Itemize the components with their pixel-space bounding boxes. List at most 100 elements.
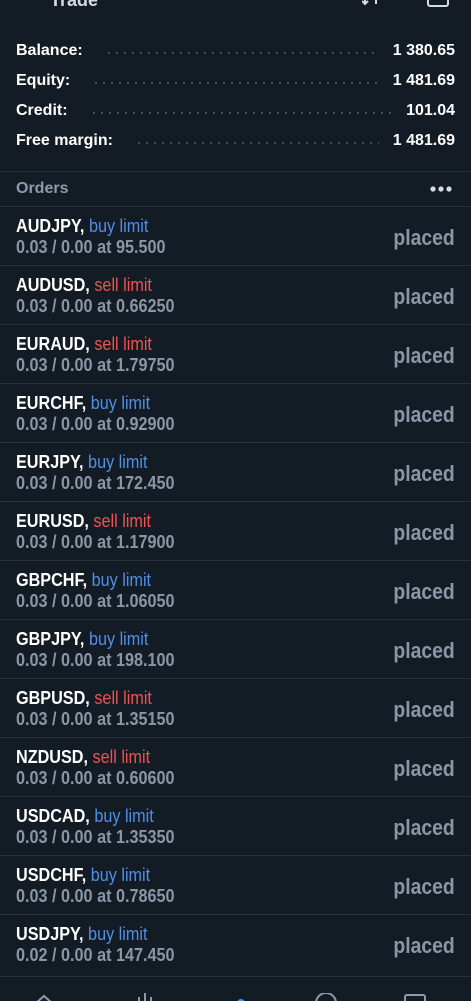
- order-row[interactable]: GBPJPY, buy limit 0.03 / 0.00 at 198.100 p…: [0, 619, 471, 678]
- order-details: 0.03 / 0.00 at 95.500: [16, 237, 166, 257]
- order-symbol: AUDUSD,: [16, 275, 90, 295]
- order-symbol: EURCHF,: [16, 393, 87, 413]
- order-details: 0.03 / 0.00 at 0.92900: [16, 414, 175, 434]
- order-title: USDJPY, buy limit: [16, 924, 147, 945]
- order-type: buy limit: [90, 865, 151, 885]
- dotted-leader: [134, 142, 379, 144]
- order-row[interactable]: EURUSD, sell limit 0.03 / 0.00 at 1.17900…: [0, 501, 471, 560]
- order-title: USDCAD, buy limit: [16, 806, 154, 827]
- credit-row: Credit: 101.04: [0, 96, 471, 126]
- order-title: GBPUSD, sell limit: [16, 688, 152, 709]
- order-type: sell limit: [94, 334, 152, 354]
- order-status: placed: [393, 815, 455, 840]
- order-row[interactable]: EURCHF, buy limit 0.03 / 0.00 at 0.92900 p…: [0, 383, 471, 442]
- order-title: EURAUD, sell limit: [16, 334, 152, 355]
- order-row[interactable]: GBPCHF, buy limit 0.03 / 0.00 at 1.06050 p…: [0, 560, 471, 619]
- free-margin-label: Free margin:: [16, 132, 113, 149]
- order-type: buy limit: [88, 629, 149, 649]
- equity-row: Equity: 1 481.69: [0, 66, 471, 96]
- order-row[interactable]: NZDUSD, sell limit 0.03 / 0.00 at 0.60600…: [0, 737, 471, 796]
- top-bar: Trade: [0, 0, 471, 14]
- order-symbol: AUDJPY,: [16, 216, 85, 236]
- order-type: buy limit: [91, 570, 152, 590]
- order-row[interactable]: USDCHF, buy limit 0.03 / 0.00 at 0.78650 p…: [0, 855, 471, 914]
- order-title: EURJPY, buy limit: [16, 452, 147, 473]
- dotted-leader: [89, 112, 393, 114]
- dotted-leader: [104, 52, 379, 54]
- order-details: 0.03 / 0.00 at 0.78650: [16, 886, 175, 906]
- order-status: placed: [393, 638, 455, 663]
- balance-label: Balance:: [16, 42, 83, 59]
- credit-value: 101.04: [406, 102, 455, 119]
- order-details: 0.03 / 0.00 at 198.100: [16, 650, 175, 670]
- dotted-leader: [92, 82, 379, 84]
- order-status: placed: [393, 284, 455, 309]
- page-title: Trade: [50, 0, 99, 10]
- order-row[interactable]: USDCAD, buy limit 0.03 / 0.00 at 1.35350 p…: [0, 796, 471, 855]
- order-symbol: USDCHF,: [16, 865, 87, 885]
- order-row[interactable]: GBPUSD, sell limit 0.03 / 0.00 at 1.35150…: [0, 678, 471, 737]
- order-details: 0.03 / 0.00 at 172.450: [16, 473, 175, 493]
- bottom-navigation: [0, 976, 471, 1001]
- balance-row: Balance: 1 380.65: [0, 36, 471, 66]
- order-title: EURUSD, sell limit: [16, 511, 151, 532]
- order-title: NZDUSD, sell limit: [16, 747, 150, 768]
- order-type: sell limit: [94, 688, 152, 708]
- order-symbol: GBPCHF,: [16, 570, 88, 590]
- order-title: EURCHF, buy limit: [16, 393, 150, 414]
- balance-value: 1 380.65: [392, 42, 455, 59]
- order-status: placed: [393, 579, 455, 604]
- order-status: placed: [393, 756, 455, 781]
- order-status: placed: [393, 697, 455, 722]
- order-status: placed: [393, 874, 455, 899]
- order-title: GBPCHF, buy limit: [16, 570, 151, 591]
- order-type: sell limit: [92, 747, 151, 767]
- order-details: 0.02 / 0.00 at 147.450: [16, 945, 175, 965]
- order-type: buy limit: [94, 806, 154, 826]
- order-details: 0.03 / 0.00 at 1.35150: [16, 709, 175, 729]
- order-type: buy limit: [90, 393, 151, 413]
- order-symbol: EURUSD,: [16, 511, 89, 531]
- order-details: 0.03 / 0.00 at 1.35350: [16, 827, 175, 847]
- credit-label: Credit:: [16, 102, 68, 119]
- order-symbol: GBPJPY,: [16, 629, 85, 649]
- order-title: GBPJPY, buy limit: [16, 629, 148, 650]
- order-row[interactable]: USDJPY, buy limit 0.02 / 0.00 at 147.450 p…: [0, 914, 471, 973]
- orders-list: AUDJPY, buy limit 0.03 / 0.00 at 95.500 pl…: [0, 206, 471, 973]
- account-summary: Balance: 1 380.65 Equity: 1 481.69 Credi…: [0, 36, 471, 156]
- order-row[interactable]: EURJPY, buy limit 0.03 / 0.00 at 172.450 p…: [0, 442, 471, 501]
- order-status: placed: [393, 225, 455, 250]
- order-details: 0.03 / 0.00 at 0.66250: [16, 296, 175, 316]
- order-status: placed: [393, 933, 455, 958]
- order-symbol: USDCAD,: [16, 806, 90, 826]
- more-options-icon[interactable]: [430, 186, 452, 192]
- order-symbol: NZDUSD,: [16, 747, 88, 767]
- order-details: 0.03 / 0.00 at 1.79750: [16, 355, 175, 375]
- order-symbol: GBPUSD,: [16, 688, 90, 708]
- order-row[interactable]: EURAUD, sell limit 0.03 / 0.00 at 1.79750…: [0, 324, 471, 383]
- order-status: placed: [393, 520, 455, 545]
- order-row[interactable]: AUDUSD, sell limit 0.03 / 0.00 at 0.66250…: [0, 265, 471, 324]
- order-status: placed: [393, 343, 455, 368]
- order-status: placed: [393, 461, 455, 486]
- new-order-icon[interactable]: [426, 0, 450, 8]
- sort-icon[interactable]: [362, 0, 384, 8]
- order-status: placed: [393, 402, 455, 427]
- order-row[interactable]: AUDJPY, buy limit 0.03 / 0.00 at 95.500 pl…: [0, 206, 471, 265]
- order-details: 0.03 / 0.00 at 0.60600: [16, 768, 175, 788]
- equity-label: Equity:: [16, 72, 71, 89]
- order-details: 0.03 / 0.00 at 1.17900: [16, 532, 175, 552]
- free-margin-row: Free margin: 1 481.69: [0, 126, 471, 156]
- order-title: AUDUSD, sell limit: [16, 275, 152, 296]
- orders-title: Orders: [16, 180, 69, 197]
- order-symbol: EURAUD,: [16, 334, 90, 354]
- order-symbol: USDJPY,: [16, 924, 84, 944]
- orders-header: Orders: [0, 172, 471, 206]
- order-type: buy limit: [88, 924, 148, 944]
- order-type: buy limit: [88, 452, 148, 472]
- equity-value: 1 481.69: [392, 72, 455, 89]
- order-type: buy limit: [88, 216, 149, 236]
- order-type: sell limit: [93, 511, 152, 531]
- order-type: sell limit: [94, 275, 152, 295]
- order-title: USDCHF, buy limit: [16, 865, 150, 886]
